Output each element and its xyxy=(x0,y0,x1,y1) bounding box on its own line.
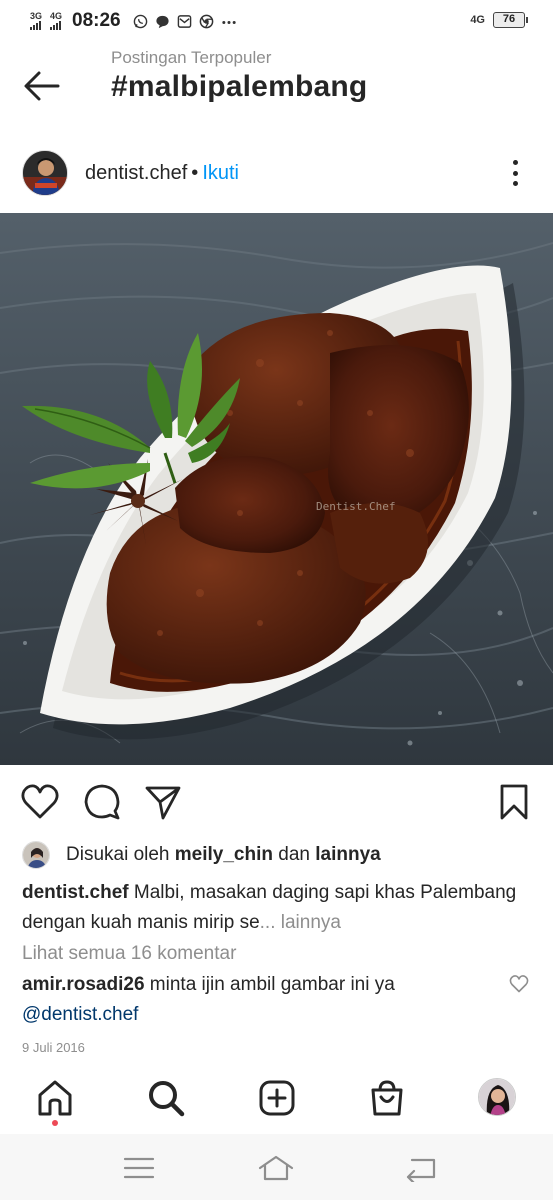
mail-icon xyxy=(177,14,191,28)
share-button[interactable] xyxy=(143,782,183,822)
whatsapp-icon xyxy=(133,14,147,28)
home-outline-icon xyxy=(258,1155,294,1181)
liked-by-middle: dan xyxy=(273,844,316,865)
network-3g-label: 3G xyxy=(30,11,43,21)
back-button[interactable] xyxy=(22,68,62,104)
post-header: dentist.chef • Ikuti xyxy=(0,146,553,202)
network-4g-label: 4G xyxy=(50,11,63,21)
comment-item: amir.rosadi26 minta ijin ambil gambar in… xyxy=(22,970,492,1030)
more-vertical-icon xyxy=(512,160,518,165)
search-icon xyxy=(149,1081,185,1117)
signal-bars-icon xyxy=(30,21,44,30)
more-dots-icon xyxy=(221,20,236,24)
likes-summary[interactable]: Disukai oleh meily_chin dan lainnya xyxy=(66,844,381,866)
notification-dot xyxy=(52,1120,58,1126)
battery-icon: 76 xyxy=(493,12,528,28)
bookmark-icon xyxy=(500,784,528,820)
post-author: dentist.chef • Ikuti xyxy=(85,162,239,185)
status-right: 4G 76 xyxy=(470,12,528,28)
share-icon xyxy=(145,786,181,820)
network-4g-right-label: 4G xyxy=(470,14,485,26)
caption-ellipsis: ... xyxy=(259,912,281,933)
liked-by-user[interactable]: meily_chin xyxy=(175,844,273,865)
like-button[interactable] xyxy=(20,782,60,822)
follow-button[interactable]: Ikuti xyxy=(202,162,239,184)
comment-button[interactable] xyxy=(82,782,122,822)
nav-search[interactable] xyxy=(146,1078,186,1118)
chat-bubble-icon xyxy=(156,15,169,28)
status-bar: 3G 4G 08:26 4G 76 xyxy=(0,0,553,42)
image-watermark: Dentist.Chef xyxy=(316,500,395,513)
signal-bars-icon xyxy=(50,21,64,30)
page-subtitle: Postingan Terpopuler xyxy=(111,48,272,67)
clock: 08:26 xyxy=(72,10,121,31)
back-arrow-icon xyxy=(24,71,60,101)
nav-profile-avatar[interactable] xyxy=(478,1078,516,1116)
post-caption: dentist.chef Malbi, masakan daging sapi … xyxy=(22,878,522,938)
comment-like-button[interactable] xyxy=(509,974,529,994)
view-all-comments-link[interactable]: Lihat semua 16 komentar xyxy=(22,943,236,965)
food-photo: Dentist.Chef xyxy=(0,213,553,765)
chrome-icon xyxy=(199,14,213,28)
network-4g-indicator: 4G xyxy=(50,12,64,30)
notification-icons xyxy=(133,14,237,29)
system-back-button[interactable] xyxy=(404,1154,440,1185)
user-avatar[interactable] xyxy=(22,150,68,196)
caption-more-link[interactable]: lainnya xyxy=(281,912,341,933)
new-post-icon xyxy=(259,1080,295,1116)
comment-icon xyxy=(84,784,120,820)
system-navigation-bar xyxy=(0,1134,553,1200)
status-left: 3G 4G 08:26 xyxy=(30,10,237,32)
system-home-button[interactable] xyxy=(258,1154,294,1182)
home-icon xyxy=(38,1080,72,1116)
menu-icon xyxy=(123,1157,155,1179)
post-actions xyxy=(0,782,553,822)
back-icon xyxy=(406,1158,436,1185)
shop-icon xyxy=(371,1080,403,1116)
liked-by-others[interactable]: lainnya xyxy=(315,844,380,865)
system-menu-button[interactable] xyxy=(121,1154,157,1182)
heart-icon xyxy=(21,784,59,819)
nav-new-post[interactable] xyxy=(257,1078,297,1118)
username-separator: • xyxy=(191,162,199,184)
nav-home[interactable] xyxy=(35,1078,75,1118)
save-button[interactable] xyxy=(494,782,534,822)
likes-row: Disukai oleh meily_chin dan lainnya xyxy=(22,840,381,870)
liker-avatar-photo-icon xyxy=(23,842,49,868)
nav-shop[interactable] xyxy=(367,1078,407,1118)
liker-avatar[interactable] xyxy=(22,841,50,869)
comment-mention[interactable]: @dentist.chef xyxy=(22,1004,138,1025)
page-header: Postingan Terpopuler #malbipalembang xyxy=(0,42,553,132)
comment-username[interactable]: amir.rosadi26 xyxy=(22,974,145,995)
caption-username[interactable]: dentist.chef xyxy=(22,882,129,903)
post-image[interactable]: Dentist.Chef xyxy=(0,213,553,765)
post-username[interactable]: dentist.chef xyxy=(85,162,187,184)
comment-text: minta ijin ambil gambar ini ya xyxy=(144,974,395,995)
post-options-button[interactable] xyxy=(505,158,525,188)
heart-small-icon xyxy=(509,975,529,993)
bottom-navigation xyxy=(0,1070,553,1130)
page-title: #malbipalembang xyxy=(111,70,368,103)
liked-by-prefix: Disukai oleh xyxy=(66,844,175,865)
avatar-photo-icon xyxy=(23,151,67,195)
post-date: 9 Juli 2016 xyxy=(22,1040,85,1055)
network-3g-indicator: 3G xyxy=(30,12,44,30)
